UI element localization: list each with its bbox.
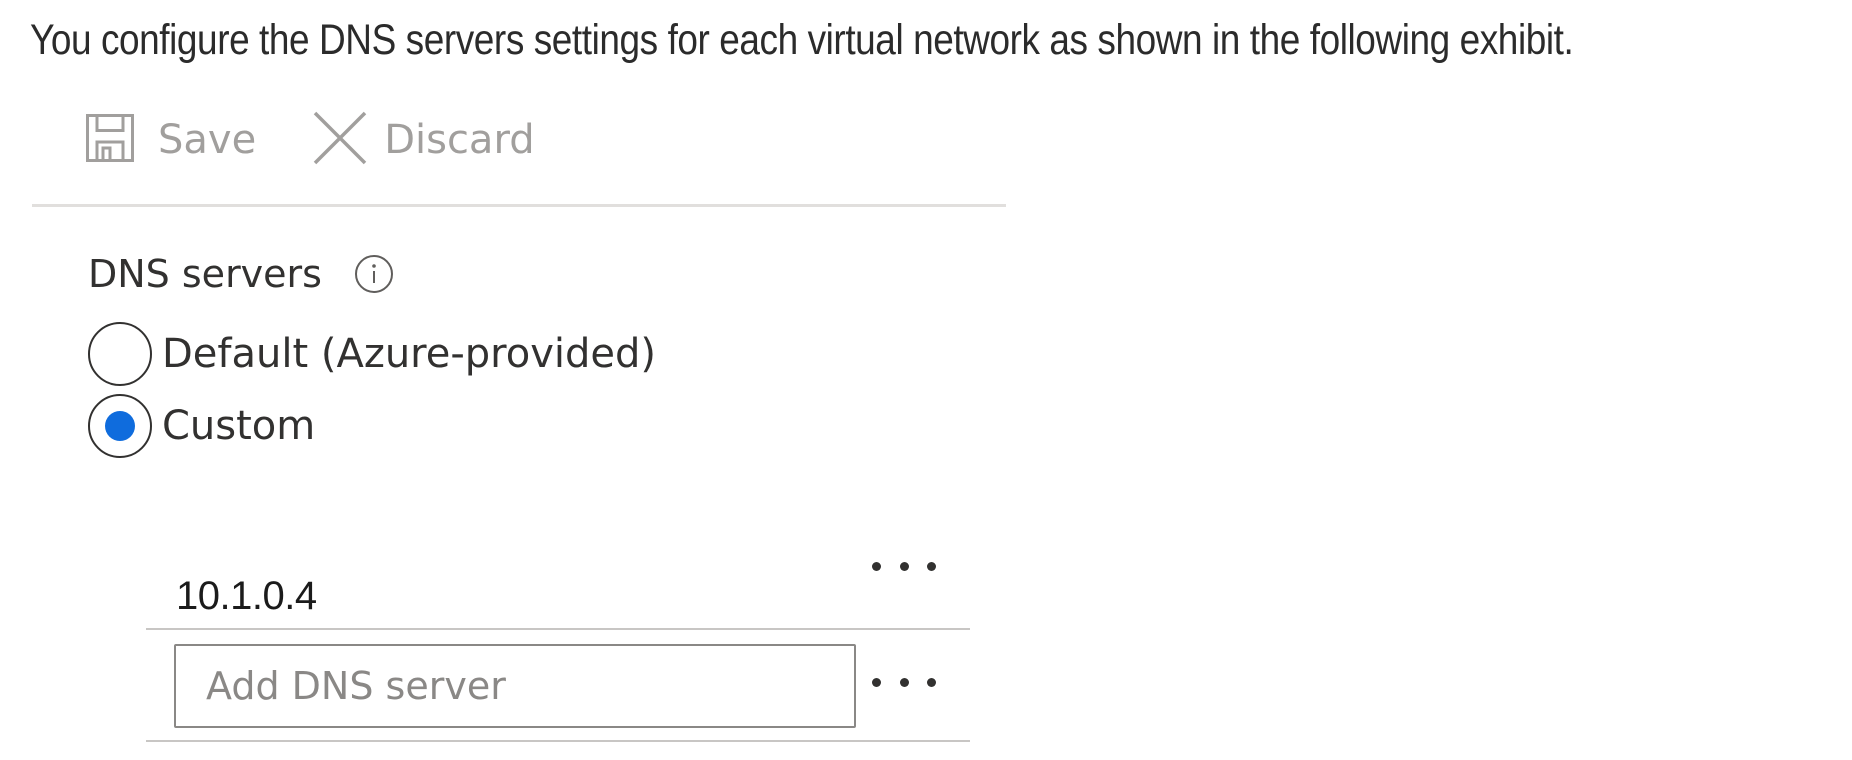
discard-label: Discard bbox=[384, 117, 535, 163]
radio-button-selected[interactable] bbox=[88, 394, 152, 458]
row-divider bbox=[146, 628, 970, 630]
discard-button[interactable]: Discard bbox=[312, 110, 535, 171]
radio-button-unselected[interactable] bbox=[88, 322, 152, 386]
toolbar-divider bbox=[32, 204, 1006, 207]
add-dns-server-input[interactable] bbox=[174, 644, 856, 728]
more-icon[interactable] bbox=[872, 556, 936, 576]
save-label: Save bbox=[158, 117, 257, 163]
intro-text: You configure the DNS servers settings f… bbox=[30, 16, 1574, 64]
save-icon bbox=[86, 113, 134, 167]
command-bar: Save Discard bbox=[86, 108, 535, 172]
row-divider bbox=[146, 740, 970, 742]
close-icon bbox=[312, 110, 368, 171]
radio-custom[interactable]: Custom bbox=[88, 394, 315, 458]
info-icon[interactable] bbox=[354, 254, 394, 294]
more-icon[interactable] bbox=[872, 672, 936, 692]
radio-default-azure[interactable]: Default (Azure-provided) bbox=[88, 322, 656, 386]
dns-servers-heading: DNS servers bbox=[88, 252, 394, 296]
radio-custom-label: Custom bbox=[162, 403, 316, 449]
dns-servers-label: DNS servers bbox=[88, 252, 322, 296]
dns-server-entry: 10.1.0.4 bbox=[176, 574, 317, 618]
save-button[interactable]: Save bbox=[86, 113, 257, 167]
radio-selected-dot bbox=[105, 411, 135, 441]
radio-default-label: Default (Azure-provided) bbox=[162, 331, 657, 377]
